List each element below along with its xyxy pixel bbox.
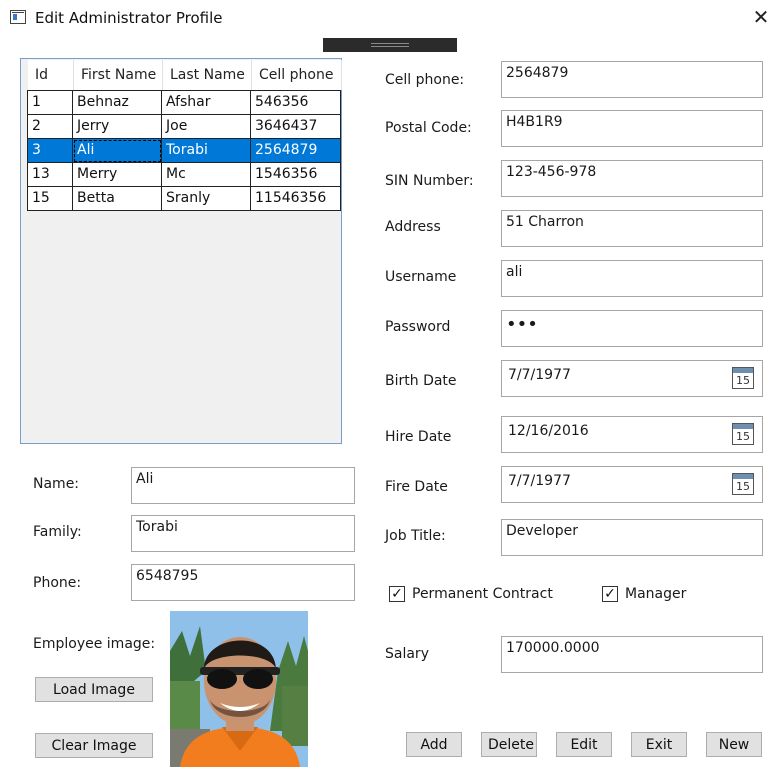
name-label: Name: — [33, 476, 80, 492]
cell-last-name[interactable]: Joe — [162, 115, 251, 139]
salary-field[interactable] — [501, 636, 763, 673]
cell-phone-field[interactable] — [501, 61, 763, 98]
cell-cell-phone[interactable]: 546356 — [251, 91, 341, 115]
cell-cell-phone[interactable]: 1546356 — [251, 163, 341, 187]
close-icon[interactable]: ✕ — [751, 6, 771, 28]
delete-button[interactable]: Delete — [481, 732, 537, 757]
manager-label[interactable]: Manager — [625, 586, 686, 602]
hire-date-picker[interactable]: 12/16/2016 15 — [501, 416, 763, 453]
app-window-icon — [10, 10, 26, 24]
admin-data-grid[interactable]: Id First Name Last Name Cell phone 1 Beh… — [20, 58, 342, 444]
hire-date-value: 12/16/2016 — [508, 423, 589, 439]
phone-label: Phone: — [33, 575, 82, 591]
cell-first-name[interactable]: Merry — [73, 163, 162, 187]
cell-first-name[interactable]: Jerry — [73, 115, 162, 139]
permanent-contract-label[interactable]: Permanent Contract — [412, 586, 553, 602]
address-label: Address — [385, 219, 441, 235]
family-label: Family: — [33, 524, 82, 540]
table-row-selected[interactable]: 3 Ali Torabi 2564879 — [27, 139, 341, 163]
fire-date-value: 7/7/1977 — [508, 473, 571, 489]
sin-number-field[interactable] — [501, 160, 763, 197]
cell-cell-phone[interactable]: 11546356 — [251, 187, 341, 211]
address-field[interactable] — [501, 210, 763, 247]
window-title: Edit Administrator Profile — [35, 9, 223, 27]
grid-header: Id First Name Last Name Cell phone — [28, 60, 342, 90]
new-button[interactable]: New — [706, 732, 762, 757]
column-header-cell-phone[interactable]: Cell phone — [252, 60, 342, 90]
sin-number-label: SIN Number: — [385, 173, 474, 189]
grid-body: 1 Behnaz Afshar 546356 2 Jerry Joe 36464… — [27, 90, 341, 211]
phone-field[interactable] — [131, 564, 355, 601]
username-field[interactable] — [501, 260, 763, 297]
password-label: Password — [385, 319, 451, 335]
fire-date-label: Fire Date — [385, 479, 448, 495]
hire-date-label: Hire Date — [385, 429, 452, 445]
table-row[interactable]: 1 Behnaz Afshar 546356 — [27, 91, 341, 115]
job-title-field[interactable] — [501, 519, 763, 556]
postal-code-field[interactable] — [501, 110, 763, 147]
birth-date-label: Birth Date — [385, 373, 457, 389]
password-field[interactable]: ••• — [501, 310, 763, 347]
family-field[interactable] — [131, 515, 355, 552]
cell-first-name[interactable]: Ali — [73, 139, 162, 163]
exit-button[interactable]: Exit — [631, 732, 687, 757]
cell-phone-label: Cell phone: — [385, 72, 465, 88]
column-header-first-name[interactable]: First Name — [74, 60, 163, 90]
cell-id[interactable]: 15 — [27, 187, 73, 211]
birth-date-picker[interactable]: 7/7/1977 15 — [501, 360, 763, 397]
column-header-last-name[interactable]: Last Name — [163, 60, 252, 90]
add-button[interactable]: Add — [406, 732, 462, 757]
cell-first-name[interactable]: Behnaz — [73, 91, 162, 115]
cell-cell-phone[interactable]: 3646437 — [251, 115, 341, 139]
calendar-icon[interactable]: 15 — [732, 367, 754, 389]
username-label: Username — [385, 269, 457, 285]
table-row[interactable]: 15 Betta Sranly 11546356 — [27, 187, 341, 211]
cell-id[interactable]: 1 — [27, 91, 73, 115]
fire-date-picker[interactable]: 7/7/1977 15 — [501, 466, 763, 503]
drag-grip-handle[interactable] — [323, 38, 457, 52]
employee-photo — [170, 611, 308, 767]
load-image-button[interactable]: Load Image — [35, 677, 153, 702]
cell-cell-phone[interactable]: 2564879 — [251, 139, 341, 163]
postal-code-label: Postal Code: — [385, 120, 472, 136]
edit-button[interactable]: Edit — [556, 732, 612, 757]
calendar-icon[interactable]: 15 — [732, 423, 754, 445]
cell-id[interactable]: 3 — [27, 139, 73, 163]
employee-image-label: Employee image: — [33, 636, 156, 652]
cell-last-name[interactable]: Sranly — [162, 187, 251, 211]
name-field[interactable] — [131, 467, 355, 504]
cell-last-name[interactable]: Torabi — [162, 139, 251, 163]
cell-id[interactable]: 13 — [27, 163, 73, 187]
permanent-contract-checkbox[interactable]: ✓ — [389, 586, 405, 602]
calendar-icon[interactable]: 15 — [732, 473, 754, 495]
birth-date-value: 7/7/1977 — [508, 367, 571, 383]
cell-first-name[interactable]: Betta — [73, 187, 162, 211]
table-row[interactable]: 2 Jerry Joe 3646437 — [27, 115, 341, 139]
salary-label: Salary — [385, 646, 429, 662]
table-row[interactable]: 13 Merry Mc 1546356 — [27, 163, 341, 187]
cell-last-name[interactable]: Mc — [162, 163, 251, 187]
column-header-id[interactable]: Id — [28, 60, 74, 90]
cell-id[interactable]: 2 — [27, 115, 73, 139]
job-title-label: Job Title: — [385, 528, 446, 544]
manager-checkbox[interactable]: ✓ — [602, 586, 618, 602]
cell-last-name[interactable]: Afshar — [162, 91, 251, 115]
clear-image-button[interactable]: Clear Image — [35, 733, 153, 758]
